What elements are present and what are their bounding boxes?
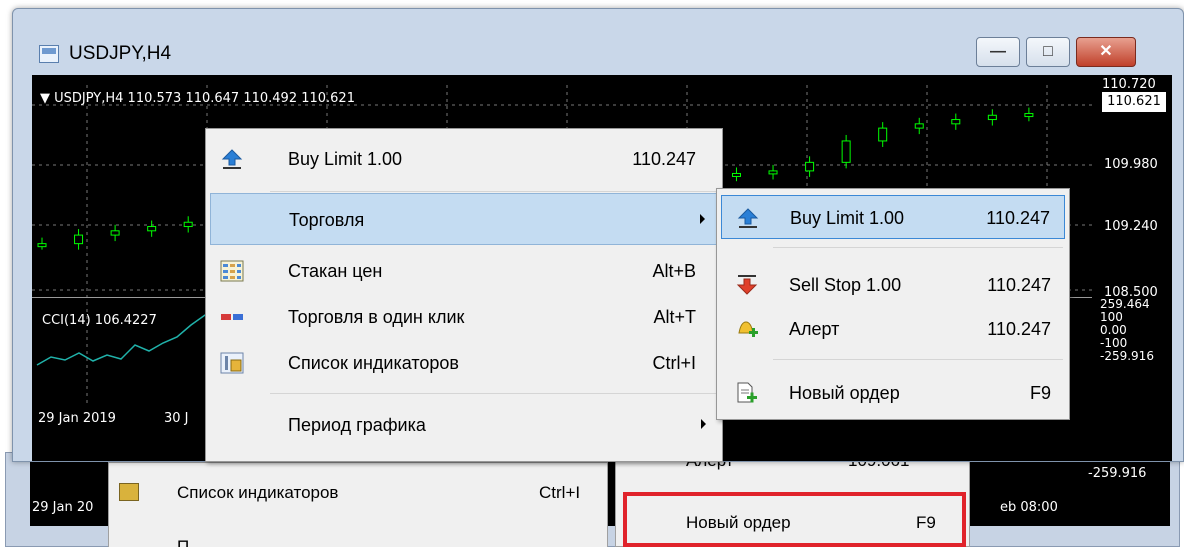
background-context-menu: Список индикаторов Ctrl+I П (108, 462, 608, 547)
menu-item-trading[interactable]: Торговля (210, 193, 718, 245)
menu-item-label: Торговля в один клик (288, 307, 465, 327)
price-level: 109.980 (1104, 157, 1158, 172)
menu-separator (270, 393, 718, 394)
candle (731, 172, 741, 177)
indicators-list-icon (220, 352, 244, 374)
trading-submenu: Buy Limit 1.00 110.247 Sell Stop 1.00 11… (716, 188, 1070, 420)
candle (37, 243, 47, 248)
buy-limit-arrow-up-icon (221, 149, 243, 169)
candle (878, 127, 888, 142)
menu-item-depth-of-market[interactable]: Стакан цен Alt+B (210, 245, 718, 297)
date-label: 29 Jan 2019 (38, 411, 116, 426)
submenu-separator (773, 247, 1063, 248)
cci-levels: 259.464 100 0.00 -100 -259.916 (1100, 298, 1154, 363)
candle (768, 170, 778, 175)
submenu-item-value: 110.247 (987, 275, 1051, 295)
background-menu-item: Список индикаторов (177, 483, 339, 502)
menu-item-label: Торговля (289, 210, 365, 230)
menu-item-shortcut: Alt+B (652, 261, 696, 281)
submenu-item-alert[interactable]: Алерт 110.247 (721, 307, 1065, 351)
submenu-item-new-order[interactable]: Новый ордер F9 (721, 371, 1065, 415)
background-menu-shortcut: Ctrl+I (539, 483, 581, 502)
candle (147, 226, 157, 232)
date-label: 30 J (164, 411, 189, 426)
menu-item-label: Buy Limit 1.00 (288, 149, 403, 169)
candle (914, 123, 924, 129)
menu-item-shortcut: Alt+T (653, 307, 696, 327)
minimize-icon: — (990, 43, 1006, 60)
candle (1024, 113, 1034, 118)
submenu-arrow-icon (700, 214, 705, 224)
new-order-icon (737, 382, 757, 403)
candle (841, 140, 851, 163)
candle (74, 234, 84, 245)
depth-of-market-icon (220, 260, 244, 282)
close-button[interactable]: ✕ (1076, 37, 1136, 67)
submenu-item-label: Алерт (789, 319, 840, 339)
submenu-item-label: Sell Stop 1.00 (789, 275, 902, 295)
menu-item-chart-period[interactable]: Период графика (210, 399, 718, 451)
menu-item-label: Период графика (288, 415, 426, 435)
menu-item-shortcut: 110.247 (632, 149, 696, 169)
minimize-button[interactable]: — (976, 37, 1020, 67)
candle (951, 119, 961, 125)
maximize-button[interactable]: □ (1026, 37, 1070, 67)
cci-level: -259.916 (1100, 349, 1154, 363)
submenu-separator (773, 359, 1063, 360)
new-order-highlight-frame (623, 492, 966, 547)
window-title: USDJPY,H4 (69, 43, 172, 64)
submenu-item-buy-limit[interactable]: Buy Limit 1.00 110.247 (721, 195, 1065, 239)
cci-indicator-label: CCI(14) 106.4227 (42, 313, 157, 328)
one-click-trading-icon (221, 314, 243, 320)
price-level: 109.240 (1104, 219, 1158, 234)
menu-item-buy-limit[interactable]: Buy Limit 1.00 110.247 (210, 133, 718, 185)
close-icon: ✕ (1099, 43, 1113, 60)
submenu-item-sell-stop[interactable]: Sell Stop 1.00 110.247 (721, 263, 1065, 307)
price-top-cut: 110.720 (1102, 77, 1156, 92)
chart-header: ▼ USDJPY,H4 110.573 110.647 110.492 110.… (40, 91, 355, 106)
menu-item-label: Список индикаторов (288, 353, 459, 373)
submenu-arrow-icon (701, 419, 706, 429)
buy-limit-arrow-up-icon (737, 208, 759, 228)
candle (805, 161, 815, 172)
submenu-item-value: 110.247 (986, 208, 1050, 228)
current-price-label: 110.621 (1102, 92, 1166, 112)
menu-separator (270, 191, 718, 192)
background-cci-level: -259.916 (1088, 466, 1147, 481)
chart-context-menu: Buy Limit 1.00 110.247 Торговля Стакан ц… (205, 128, 723, 462)
submenu-item-value: 110.247 (987, 319, 1051, 339)
background-time: eb 08:00 (1000, 500, 1058, 515)
candle (987, 114, 997, 121)
submenu-item-label: Новый ордер (789, 383, 900, 403)
sell-stop-arrow-down-icon (736, 275, 758, 295)
chart-window-icon (39, 45, 59, 63)
submenu-item-value: F9 (1029, 383, 1051, 403)
menu-item-indicators-list[interactable]: Список индикаторов Ctrl+I (210, 337, 718, 389)
menu-item-label: Стакан цен (288, 261, 383, 281)
menu-item-one-click-trading[interactable]: Торговля в один клик Alt+T (210, 291, 718, 343)
candle (183, 221, 193, 228)
indicators-list-icon (119, 483, 139, 501)
background-date: 29 Jan 20 (32, 500, 94, 515)
maximize-icon: □ (1043, 43, 1053, 60)
candle (110, 230, 120, 236)
background-menu-item-cut: П (177, 537, 190, 547)
alert-bell-icon (738, 321, 758, 337)
menu-item-shortcut: Ctrl+I (652, 353, 696, 373)
submenu-item-label: Buy Limit 1.00 (790, 208, 905, 228)
title-bar[interactable]: USDJPY,H4 — □ ✕ (13, 9, 1183, 73)
